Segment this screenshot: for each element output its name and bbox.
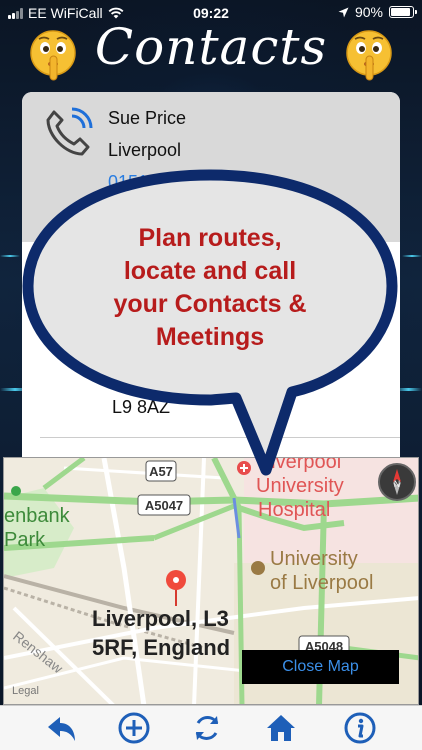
contact-city: Liverpool [108,140,182,160]
contact-name: Sue Price [108,108,187,128]
contact-postcode: L9 8AZ [112,397,171,417]
battery-icon [389,6,417,18]
shushing-face-emoji-left [30,30,76,81]
hospital-label-1: Liverpool [260,458,341,473]
hospital-label-3: Hospital [258,499,330,521]
phone-call-icon[interactable] [40,106,96,162]
refresh-icon[interactable] [190,711,224,745]
promo-text: Plan routes, locate and call your Contac… [70,222,350,354]
promo-line-4: Meetings [155,323,265,351]
compass-label: N [394,479,401,489]
university-label-1: University [270,548,358,570]
home-icon[interactable] [264,711,298,745]
background-light [402,255,422,257]
university-icon [251,561,265,575]
legal-link: Legal [12,685,39,697]
contact-phone-link[interactable]: 01515325555 [108,172,218,193]
compass-button[interactable]: N [378,463,416,501]
university-label-2: of Liverpool [270,572,373,594]
park-label-2: Park [4,529,46,551]
pin-label-line1: Liverpool, L3 [92,606,229,631]
compass-icon: N [393,469,401,495]
bottom-toolbar [0,705,422,750]
divider [40,437,400,438]
contact-card-header: Sue Price Liverpool 01515325555 [22,92,400,242]
back-icon[interactable] [44,711,78,745]
road-label-a57: A57 [149,464,173,479]
promo-line-3: your Contacts & [113,290,307,318]
hospital-label-2: University [256,475,344,497]
location-arrow-icon [338,7,349,17]
info-icon[interactable] [343,711,377,745]
close-map-button[interactable]: Close Map [242,650,399,684]
promo-line-1: Plan routes, [138,224,282,252]
shushing-face-emoji-right [346,30,392,81]
road-label-a5047: A5047 [145,498,183,513]
pin-label-line2: 5RF, England [92,635,230,660]
park-label-1: enbank [4,505,71,527]
background-light [0,255,20,257]
promo-line-2: locate and call [123,257,297,285]
add-icon[interactable] [117,711,151,745]
